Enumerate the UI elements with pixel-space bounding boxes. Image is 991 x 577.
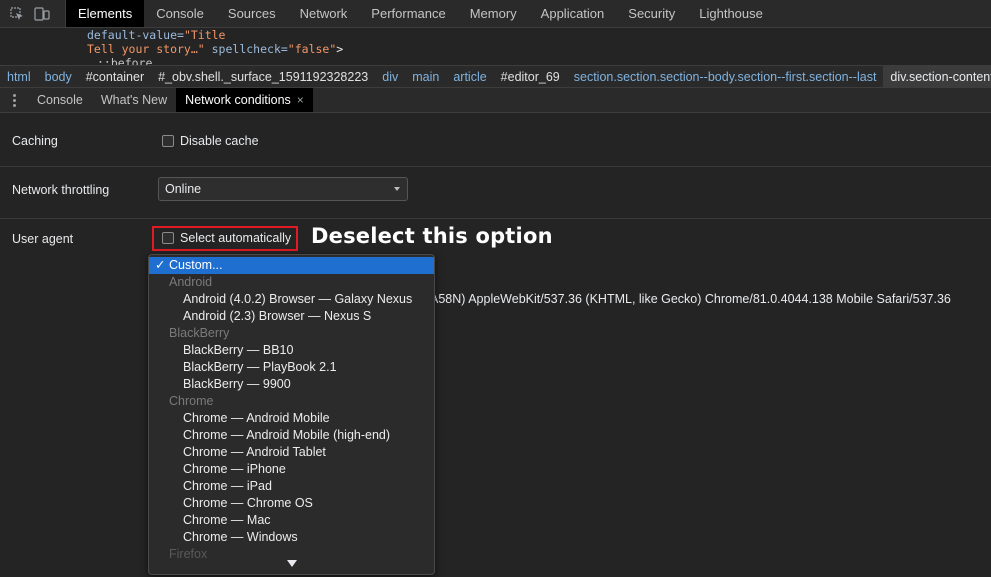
option-item[interactable]: Chrome — Android Mobile (high-end)	[149, 427, 434, 444]
option-item[interactable]: BlackBerry — PlayBook 2.1	[149, 359, 434, 376]
option-item[interactable]: Chrome — iPhone	[149, 461, 434, 478]
option-item[interactable]: Chrome — iPad	[149, 478, 434, 495]
disable-cache-checkbox[interactable]	[162, 135, 174, 147]
drawer-tab-network-conditions[interactable]: Network conditions ×	[176, 88, 313, 112]
breadcrumb-item[interactable]: #editor_69	[494, 70, 567, 84]
toolbar-icons	[0, 0, 66, 27]
option-group-chrome: Chrome	[169, 394, 214, 408]
disable-cache-label: Disable cache	[180, 134, 259, 148]
tab-application[interactable]: Application	[529, 0, 617, 27]
tab-console[interactable]: Console	[144, 0, 216, 27]
option-item[interactable]: Chrome — Android Tablet	[149, 444, 434, 461]
annotation-highlight-box	[152, 226, 298, 251]
option-item[interactable]: Chrome — Chrome OS	[149, 495, 434, 512]
breadcrumb-item[interactable]: main	[405, 70, 446, 84]
divider	[0, 166, 991, 167]
divider	[0, 218, 991, 219]
breadcrumb-item[interactable]: html	[0, 70, 38, 84]
option-item[interactable]: BlackBerry — BB10	[149, 342, 434, 359]
option-label: Custom...	[169, 258, 223, 272]
disable-cache-option[interactable]: Disable cache	[162, 134, 259, 148]
breadcrumb-item[interactable]: article	[446, 70, 493, 84]
inspect-element-icon[interactable]	[10, 6, 24, 21]
option-item[interactable]: BlackBerry — 9900	[149, 376, 434, 393]
dom-line-2[interactable]: Tell your story…" spellcheck="false">	[87, 42, 991, 56]
breadcrumb-item[interactable]: #_obv.shell._surface_1591192328223	[151, 70, 375, 84]
drawer-tabbar: Console What's New Network conditions ×	[0, 88, 991, 113]
throttling-value: Online	[165, 182, 202, 196]
option-item[interactable]: Chrome — Mac	[149, 512, 434, 529]
user-agent-label: User agent	[12, 232, 74, 246]
tag-close: >	[336, 42, 344, 56]
breadcrumb-item-current[interactable]: div.section-content	[883, 66, 991, 87]
attr-value: Tell your story…"	[87, 42, 205, 56]
dom-line-1[interactable]: default-value="Title	[87, 28, 991, 42]
option-group-android: Android	[169, 275, 213, 289]
option-item[interactable]: Chrome — Android Mobile	[149, 410, 434, 427]
tab-lighthouse[interactable]: Lighthouse	[687, 0, 775, 27]
dropdown-caret-icon	[394, 187, 400, 191]
user-agent-dropdown-list[interactable]: ✓ Custom... Android Android (4.0.2) Brows…	[148, 254, 435, 575]
tab-network[interactable]: Network	[288, 0, 360, 27]
tab-sources[interactable]: Sources	[216, 0, 288, 27]
option-group-blackberry: BlackBerry	[169, 326, 230, 340]
scroll-down-arrow-icon[interactable]	[287, 560, 297, 567]
breadcrumb-item[interactable]: body	[38, 70, 79, 84]
tab-performance[interactable]: Performance	[359, 0, 457, 27]
attr-name: spellcheck=	[204, 42, 288, 56]
option-item[interactable]: Android (2.3) Browser — Nexus S	[149, 308, 434, 325]
breadcrumb-item[interactable]: #container	[79, 70, 151, 84]
breadcrumb-item[interactable]: section.section.section--body.section--f…	[567, 70, 884, 84]
option-item[interactable]: Android (4.0.2) Browser — Galaxy Nexus	[149, 291, 434, 308]
tab-memory[interactable]: Memory	[458, 0, 529, 27]
kebab-menu-icon[interactable]	[0, 88, 28, 112]
drawer-tab-label: Network conditions	[185, 93, 291, 107]
tab-security[interactable]: Security	[616, 0, 687, 27]
devtools-top-tabbar: Elements Console Sources Network Perform…	[0, 0, 991, 28]
device-toolbar-icon[interactable]	[34, 6, 50, 21]
dom-line-3[interactable]: ::before	[87, 56, 991, 65]
network-throttling-label: Network throttling	[12, 183, 110, 197]
close-icon[interactable]: ×	[297, 93, 304, 107]
tab-elements[interactable]: Elements	[66, 0, 145, 27]
user-agent-string[interactable]: A58N) AppleWebKit/537.36 (KHTML, like Ge…	[430, 292, 951, 306]
attr-value: "Title	[183, 28, 226, 42]
attr-value: "false"	[287, 42, 337, 56]
caching-label: Caching	[12, 134, 58, 148]
attr-name: default-value=	[87, 28, 184, 42]
drawer-tab-console[interactable]: Console	[28, 88, 92, 112]
annotation-text: Deselect this option	[311, 224, 553, 248]
network-throttling-select[interactable]: Online	[158, 177, 408, 201]
breadcrumb: html body #container #_obv.shell._surfac…	[0, 65, 991, 88]
breadcrumb-item[interactable]: div	[375, 70, 405, 84]
elements-dom-tree: default-value="Title Tell your story…" s…	[0, 28, 991, 65]
drawer-tab-whats-new[interactable]: What's New	[92, 88, 176, 112]
option-item[interactable]: Chrome — Windows	[149, 529, 434, 546]
option-custom[interactable]: ✓ Custom...	[149, 257, 434, 274]
checkmark-icon: ✓	[155, 258, 166, 272]
